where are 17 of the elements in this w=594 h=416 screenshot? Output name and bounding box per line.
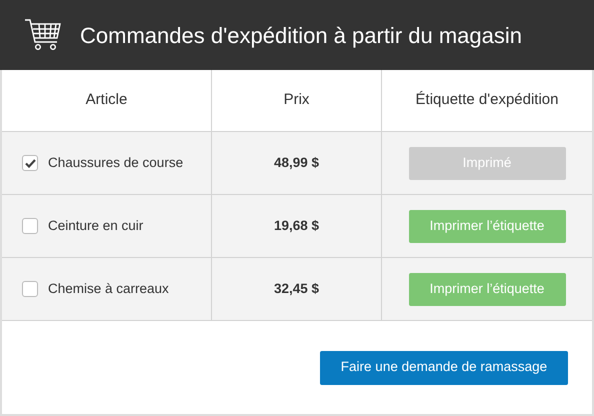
window-title: Commandes d'expédition à partir du magasin — [80, 22, 522, 50]
checkbox[interactable] — [22, 281, 38, 297]
print-label-button[interactable]: Imprimer l’étiquette — [408, 210, 566, 242]
price: 19,68 $ — [274, 216, 320, 235]
checkbox[interactable] — [22, 155, 38, 171]
print-label-button[interactable]: Imprimer l’étiquette — [408, 272, 566, 306]
price: 32,45 $ — [274, 280, 320, 298]
article-name: Ceinture en cuir — [48, 216, 144, 235]
cart-icon — [24, 18, 62, 52]
article-name: Chemise à carreaux — [48, 280, 169, 298]
column-header: Étiquette d'expédition — [416, 90, 558, 110]
article-name: Chaussures de course — [48, 154, 184, 172]
column-header: Article — [86, 90, 128, 110]
request-pickup-button[interactable]: Faire une demande de ramassage — [320, 350, 568, 384]
price: 48,99 $ — [274, 154, 320, 172]
checkbox[interactable] — [22, 218, 38, 234]
column-header: Prix — [284, 90, 310, 110]
